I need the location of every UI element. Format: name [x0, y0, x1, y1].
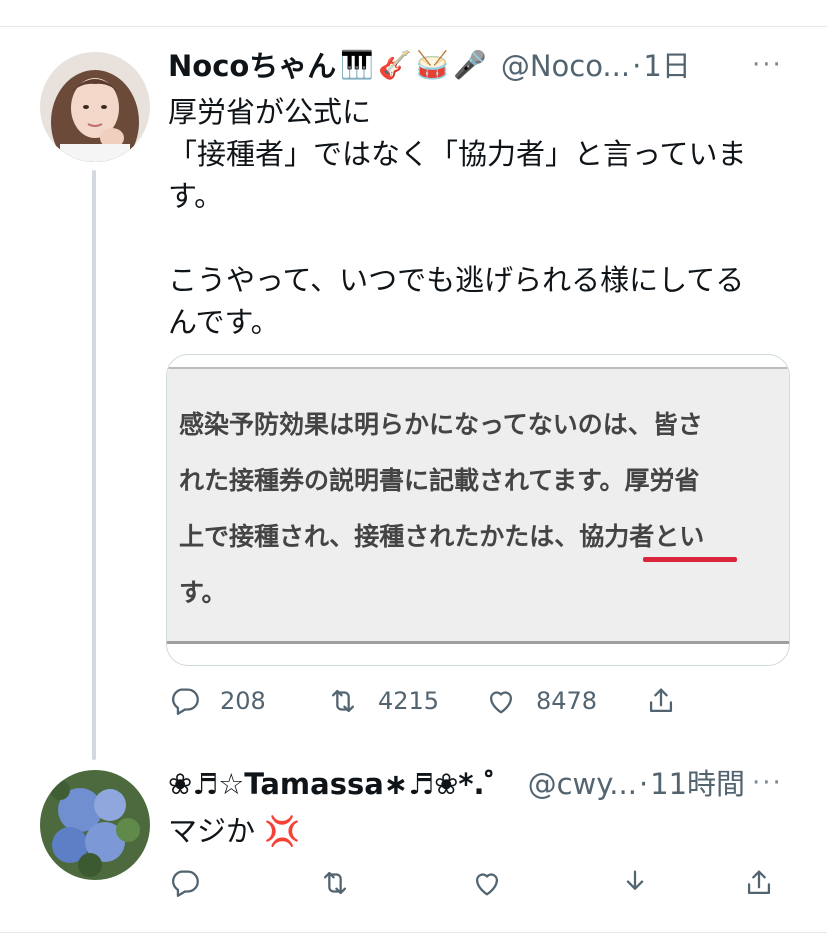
separator: · — [632, 49, 642, 83]
red-underline — [643, 557, 737, 562]
guitar-emoji: 🎸 — [377, 50, 412, 81]
retweet-icon — [323, 871, 347, 895]
like-count: 8478 — [536, 687, 598, 715]
reply-author-name[interactable]: ❀♬☆Tamassa∗♬❀*.゜ — [168, 766, 514, 802]
reply-share-button[interactable] — [742, 866, 776, 900]
reply-like-button[interactable] — [470, 866, 504, 900]
noco-avatar[interactable] — [40, 52, 150, 162]
author-name[interactable]: Nocoちゃん — [168, 48, 336, 84]
reply-separator: · — [638, 767, 649, 801]
tweet-header: Nocoちゃん 🎹 🎸 🥁 🎤 @Noco... · 1日 — [168, 48, 691, 84]
tweet-image[interactable]: 感染予防効果は明らかになってないのは、皆さ れた接種券の説明書に記載されてます。… — [166, 354, 790, 666]
reply-count: 208 — [220, 687, 266, 715]
image-text: 感染予防効果は明らかになってないのは、皆さ れた接種券の説明書に記載されてます。… — [179, 410, 705, 607]
reply-author-handle[interactable]: @cwy... — [528, 766, 637, 802]
share-icon — [649, 688, 673, 713]
reply-retweet-button[interactable] — [318, 866, 352, 900]
share-button[interactable] — [644, 684, 678, 718]
microphone-emoji: 🎤 — [453, 50, 487, 81]
tamassa-avatar[interactable] — [40, 770, 150, 880]
retweet-count: 4215 — [378, 687, 440, 715]
more-options-icon[interactable]: ··· — [752, 50, 783, 80]
drum-emoji: 🥁 — [415, 50, 450, 81]
reply-reply-button[interactable] — [168, 866, 202, 900]
reply-time[interactable]: 11時間 — [650, 766, 745, 802]
reply-download-button[interactable] — [618, 866, 652, 900]
like-icon — [489, 691, 513, 714]
screenshot-image: 感染予防効果は明らかになってないのは、皆さ れた接種券の説明書に記載されてます。… — [167, 367, 789, 644]
reply-header: ❀♬☆Tamassa∗♬❀*.゜ @cwy... · 11時間 — [168, 766, 745, 802]
like-button[interactable]: 8478 — [484, 684, 597, 718]
tweet-time[interactable]: 1日 — [643, 48, 690, 84]
bottom-divider — [0, 932, 827, 933]
reply-text: マジか 💢 — [168, 814, 301, 848]
reply-more-options-icon[interactable]: ··· — [752, 768, 783, 798]
download-icon — [626, 870, 644, 890]
retweet-icon — [331, 689, 355, 713]
like-icon — [475, 873, 499, 896]
thread-line — [92, 170, 96, 760]
reply-icon — [172, 688, 199, 715]
top-divider — [0, 26, 827, 27]
reply-icon — [172, 870, 199, 897]
piano-emoji: 🎹 — [340, 50, 374, 81]
retweet-button[interactable]: 4215 — [326, 684, 439, 718]
tweet-text: 厚労省が公式に 「接種者」ではなく「協力者」と言っていま す。 こうやって、いつ… — [168, 95, 747, 339]
reply-button[interactable]: 208 — [168, 684, 266, 718]
author-handle[interactable]: @Noco... — [501, 48, 630, 84]
share-icon — [747, 870, 771, 895]
